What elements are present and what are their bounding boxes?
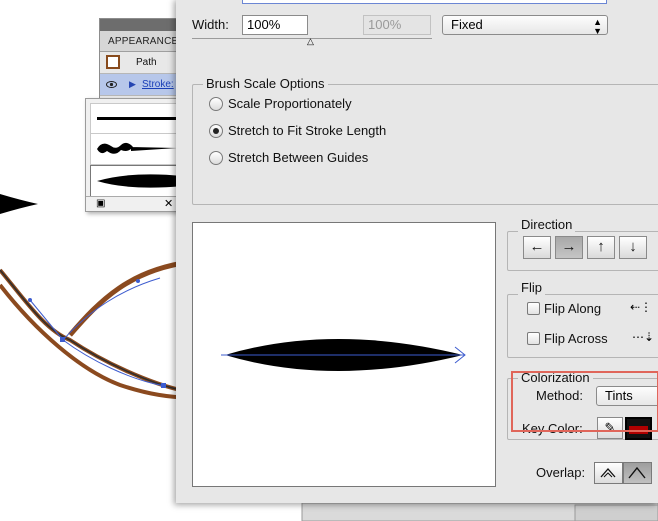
row-label[interactable]: Stroke: [142, 79, 174, 90]
radio-label[interactable]: Scale Proportionately [228, 96, 352, 111]
width-slider-thumb[interactable]: △ [307, 36, 314, 47]
brush-popup-footer: ▣ ✕ [86, 196, 186, 211]
path-thumbnail-icon [106, 55, 120, 69]
brush-option-taper[interactable] [90, 165, 184, 197]
direction-down-button[interactable]: ↓ [619, 236, 647, 259]
direction-right-button[interactable]: → [555, 236, 583, 259]
width-mode-value: Fixed [451, 17, 483, 32]
radio-scale-proportionately[interactable] [209, 97, 223, 111]
direction-left-button[interactable]: ← [523, 236, 551, 259]
width-input[interactable]: 100% [242, 15, 308, 35]
row-label: Path [136, 57, 157, 68]
direction-title: Direction [518, 217, 576, 232]
brush-library-icon[interactable]: ▣ [96, 198, 105, 209]
radio-stretch-to-fit[interactable] [209, 124, 223, 138]
handle-point [136, 279, 140, 283]
brush-option-ornament[interactable] [90, 133, 184, 165]
select-arrows-icon: ▲ ▼ [593, 17, 602, 36]
overlap-option-2[interactable] [623, 462, 652, 484]
flip-across-label[interactable]: Flip Across [544, 331, 608, 346]
anchor-point [161, 383, 166, 388]
radio-label[interactable]: Stretch to Fit Stroke Length [228, 123, 386, 138]
radio-label[interactable]: Stretch Between Guides [228, 150, 368, 165]
remove-brush-icon[interactable]: ✕ [164, 197, 173, 210]
radio-stretch-between-guides[interactable] [209, 151, 223, 165]
brush-option-line[interactable] [90, 103, 184, 135]
flip-along-label[interactable]: Flip Along [544, 301, 601, 316]
direction-up-button[interactable]: ↑ [587, 236, 615, 259]
flip-title: Flip [518, 280, 545, 295]
flip-along-checkbox[interactable] [527, 302, 540, 315]
flip-across-checkbox[interactable] [527, 332, 540, 345]
overlap-label: Overlap: [536, 465, 586, 480]
flip-along-icon: ⇠⋮ [630, 300, 653, 314]
tab-appearance[interactable]: APPEARANCE [100, 33, 186, 50]
width-mode-select[interactable]: Fixed ▲ ▼ [442, 15, 608, 36]
disclosure-triangle-icon[interactable]: ▶ [129, 79, 136, 90]
flip-across-icon: ⋯⇣ [632, 330, 655, 344]
brush-preview [192, 222, 496, 487]
width-label: Width: [192, 17, 229, 32]
brush-scale-title: Brush Scale Options [203, 76, 328, 91]
brush-picker-popup: ▣ ✕ [85, 98, 187, 212]
anchor-point [60, 337, 65, 342]
overlap-option-1[interactable] [594, 462, 623, 484]
eye-icon[interactable] [106, 79, 117, 90]
name-field[interactable] [242, 0, 607, 4]
width-max-input: 100% [363, 15, 431, 35]
colorization-highlight-box [511, 371, 658, 432]
handle-point [28, 298, 32, 302]
